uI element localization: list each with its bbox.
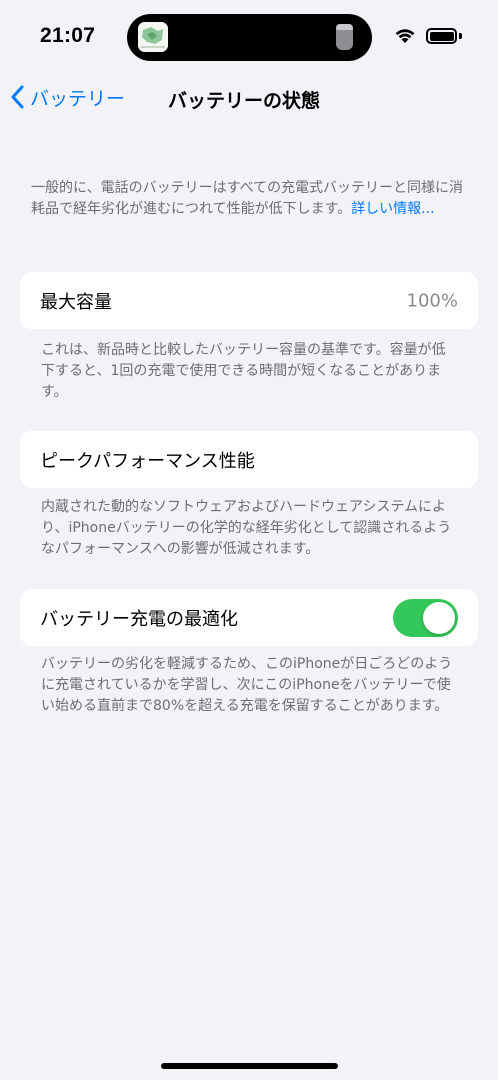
- optimized-charging-label: バッテリー充電の最適化: [40, 608, 238, 630]
- navigation-bar: バッテリー バッテリーの状態: [0, 76, 498, 116]
- optimized-charging-toggle[interactable]: [393, 598, 458, 637]
- home-indicator[interactable]: [161, 1063, 338, 1069]
- status-bar: 21:07: [0, 0, 498, 76]
- page-title: バッテリーの状態: [168, 90, 321, 112]
- max-capacity-footnote: これは、新品時と比較したバッテリー容量の基準です。容量が低下すると、1回の充電で…: [41, 342, 446, 400]
- peak-performance-row: ピークパフォーマンス性能: [20, 431, 478, 488]
- dynamic-island[interactable]: [127, 14, 372, 61]
- max-capacity-value: 100%: [406, 290, 458, 311]
- peak-performance-label: ピークパフォーマンス性能: [40, 450, 255, 472]
- optimized-charging-footnote: バッテリーの劣化を軽減するため、このiPhoneが日ごろどのように充電されている…: [41, 656, 453, 714]
- toggle-knob: [423, 601, 455, 634]
- chevron-left-icon: [11, 85, 24, 109]
- learn-more-link[interactable]: 詳しい情報...: [351, 201, 434, 217]
- wifi-icon: [395, 29, 415, 43]
- status-time: 21:07: [40, 24, 96, 47]
- max-capacity-row: 最大容量 100%: [20, 272, 478, 329]
- intro-text: 一般的に、電話のバッテリーはすべての充電式バッテリーと同様に消耗品で経年劣化が進…: [31, 178, 471, 220]
- battery-icon: [426, 28, 457, 44]
- back-button[interactable]: バッテリー: [10, 82, 125, 112]
- battery-tip: [459, 33, 462, 39]
- optimized-charging-row: バッテリー充電の最適化: [20, 589, 478, 646]
- island-status-indicator: [336, 24, 353, 50]
- island-app-icon[interactable]: [138, 22, 168, 52]
- back-label: バッテリー: [30, 87, 126, 110]
- max-capacity-label: 最大容量: [40, 291, 112, 313]
- peak-performance-footnote: 内蔵された動的なソフトウェアおよびハードウェアシステムにより、iPhoneバッテ…: [41, 499, 452, 557]
